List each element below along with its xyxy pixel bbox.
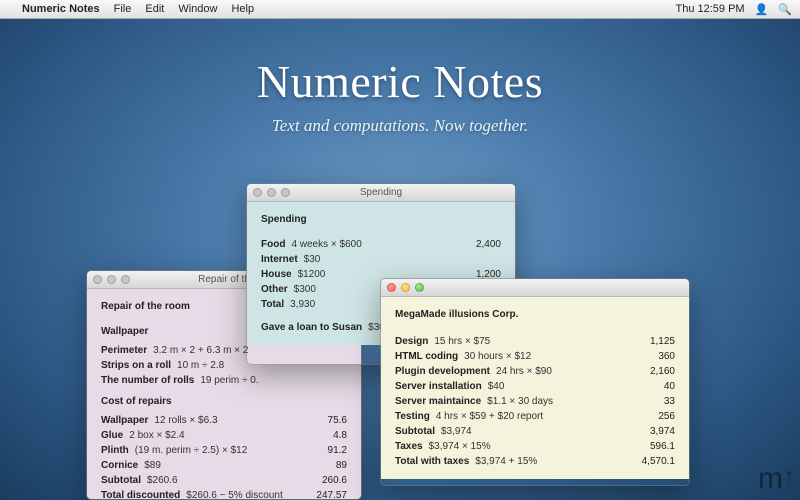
user-icon[interactable]: 👤 <box>755 3 769 16</box>
row: Design15 hrs × $751,125 <box>395 334 675 349</box>
heading: MegaMade illusions Corp. <box>395 307 675 322</box>
arrow-up-icon: ↑ <box>784 465 794 488</box>
row: Plinth(19 m. perim ÷ 2.5) × $1291.2 <box>101 443 347 458</box>
menubar-clock[interactable]: Thu 12:59 PM <box>676 3 745 15</box>
menubar-app-name[interactable]: Numeric Notes <box>22 3 100 15</box>
row: Total discounted$260.6 − 5% discount247.… <box>101 488 347 500</box>
window-body-corp[interactable]: MegaMade illusions Corp. Design15 hrs × … <box>381 297 689 479</box>
row: Glue2 box × $2.44.8 <box>101 428 347 443</box>
minimize-icon[interactable] <box>267 188 276 197</box>
close-icon[interactable] <box>387 283 396 292</box>
close-icon[interactable] <box>253 188 262 197</box>
watermark-text: m <box>758 462 783 496</box>
hero-title: Numeric Notes <box>0 55 800 108</box>
hero: Numeric Notes Text and computations. Now… <box>0 55 800 136</box>
menubar-item-window[interactable]: Window <box>178 3 217 15</box>
row: Cornice$8989 <box>101 458 347 473</box>
window-corp[interactable]: MegaMade illusions Corp. Design15 hrs × … <box>380 278 690 486</box>
zoom-icon[interactable] <box>281 188 290 197</box>
spotlight-icon[interactable]: 🔍 <box>778 3 792 16</box>
menubar-right: Thu 12:59 PM 👤 🔍 <box>676 3 793 16</box>
titlebar-corp[interactable] <box>381 279 689 297</box>
row: Plugin development24 hrs × $902,160 <box>395 364 675 379</box>
row: Testing4 hrs × $59 + $20 report256 <box>395 409 675 424</box>
zoom-icon[interactable] <box>121 275 130 284</box>
subheading: Cost of repairs <box>101 394 347 409</box>
titlebar-spending[interactable]: Spending <box>247 184 515 202</box>
row: Food4 weeks × $6002,400 <box>261 237 501 252</box>
row: Subtotal$260.6260.6 <box>101 473 347 488</box>
menubar-item-help[interactable]: Help <box>231 3 254 15</box>
minimize-icon[interactable] <box>107 275 116 284</box>
traffic-lights <box>387 283 424 292</box>
row: Internet$30 <box>261 252 501 267</box>
close-icon[interactable] <box>93 275 102 284</box>
watermark-logo: m↑ <box>758 462 794 496</box>
row: Server installation$4040 <box>395 379 675 394</box>
row: The number of rolls19 perim ÷ 0. <box>101 373 347 388</box>
row: Wallpaper12 rolls × $6.375.6 <box>101 413 347 428</box>
desktop: Numeric Notes File Edit Window Help Thu … <box>0 0 800 500</box>
row: Taxes$3,974 × 15%596.1 <box>395 439 675 454</box>
menubar: Numeric Notes File Edit Window Help Thu … <box>0 0 800 19</box>
traffic-lights <box>253 188 290 197</box>
row: Total with taxes$3,974 + 15%4,570.1 <box>395 454 675 469</box>
menubar-item-file[interactable]: File <box>114 3 132 15</box>
traffic-lights <box>93 275 130 284</box>
heading: Spending <box>261 212 501 227</box>
row: HTML coding30 hours × $12360 <box>395 349 675 364</box>
menubar-left: Numeric Notes File Edit Window Help <box>8 3 254 15</box>
row: Server maintaince$1.1 × 30 days33 <box>395 394 675 409</box>
hero-subtitle: Text and computations. Now together. <box>0 116 800 136</box>
menubar-item-edit[interactable]: Edit <box>145 3 164 15</box>
row: Subtotal$3,9743,974 <box>395 424 675 439</box>
zoom-icon[interactable] <box>415 283 424 292</box>
minimize-icon[interactable] <box>401 283 410 292</box>
